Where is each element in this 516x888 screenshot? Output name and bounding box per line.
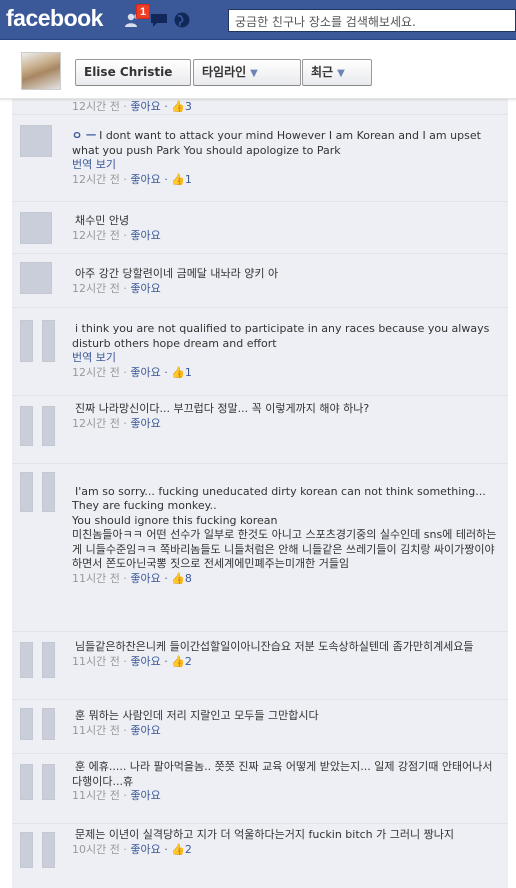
see-translation-link[interactable]: 번역 보기 — [72, 158, 502, 173]
commenter-avatar[interactable] — [20, 320, 33, 362]
commenter-avatar[interactable] — [20, 708, 33, 740]
comment-text: I dont want to attack your mind However … — [72, 129, 481, 157]
timeline-label: 타임라인 — [202, 65, 247, 79]
commenter-avatar[interactable] — [20, 125, 52, 157]
like-link[interactable]: 좋아요 — [130, 282, 160, 295]
profile-name-button[interactable]: Elise Christie — [75, 59, 191, 86]
comment-item: 문제는 이년이 실격당하고 지가 더 억울하다는거지 fuckin bitch … — [12, 824, 508, 888]
comment-text: 훈 뭐하는 사람인데 저리 지랄인고 모두들 그만합시다 — [75, 709, 319, 722]
notification-badge: 1 — [136, 4, 151, 19]
like-count: · 👍2 — [160, 842, 192, 856]
commenter-avatar[interactable] — [20, 764, 33, 800]
comment-author[interactable]: ㅇ ㅡ — [72, 129, 96, 142]
commenter-avatar[interactable] — [20, 212, 52, 244]
like-link[interactable]: 좋아요 — [130, 173, 160, 186]
commenter-avatar[interactable] — [42, 708, 55, 740]
recent-dropdown[interactable]: 최근 ▼ — [302, 59, 372, 86]
comment-text: I'am so sorry... fucking uneducated dirt… — [72, 484, 497, 571]
commenter-avatar[interactable] — [42, 642, 55, 678]
search-input[interactable]: 궁금한 친구나 장소를 검색해보세요. — [228, 9, 516, 32]
profile-avatar[interactable] — [21, 52, 61, 90]
comment-meta: 11시간 전 · 좋아요 — [72, 723, 161, 737]
commenter-avatar[interactable] — [42, 472, 55, 512]
timeline-dropdown[interactable]: 타임라인 ▼ — [193, 59, 301, 86]
facebook-logo[interactable]: facebook — [6, 5, 103, 32]
see-translation-link[interactable]: 번역 보기 — [72, 351, 502, 366]
comment-item: 훈 에휴..... 나라 팔아먹을놈.. 쯧쯧 진짜 교육 어떻게 받았는지..… — [12, 754, 508, 824]
comment-item: 12시간 전 · 좋아요 · 👍3 — [12, 99, 508, 115]
timeline-header: Elise Christie 타임라인 ▼ 최근 ▼ — [0, 41, 516, 99]
comment-item: i think you are not qualified to partici… — [12, 308, 508, 396]
like-link[interactable]: 좋아요 — [130, 843, 160, 856]
commenter-avatar[interactable] — [20, 472, 33, 512]
like-link[interactable]: 좋아요 — [130, 366, 160, 379]
commenter-avatar[interactable] — [20, 832, 33, 868]
comment-meta: 12시간 전 · 좋아요 · 👍3 — [72, 100, 192, 113]
caret-down-icon: ▼ — [250, 68, 258, 79]
comment-meta: 12시간 전 · 좋아요 · 👍1 — [72, 172, 192, 186]
comment-text: i think you are not qualified to partici… — [72, 322, 490, 350]
comment-item: 채수민 안녕 12시간 전 · 좋아요 — [12, 202, 508, 254]
comment-item: ㅇ ㅡI dont want to attack your mind Howev… — [12, 115, 508, 202]
comment-item: 아주 강간 당할련이네 금메달 내놔라 양키 아 12시간 전 · 좋아요 — [12, 254, 508, 308]
notifications-jewel[interactable] — [172, 10, 192, 30]
friend-requests-jewel[interactable]: 1 — [123, 4, 151, 30]
comment-list: 12시간 전 · 좋아요 · 👍3 ㅇ ㅡI dont want to atta… — [12, 99, 508, 888]
like-link[interactable]: 좋아요 — [130, 724, 160, 737]
like-count: · 👍1 — [160, 365, 192, 379]
comment-meta: 12시간 전 · 좋아요 — [72, 281, 161, 295]
like-link[interactable]: 좋아요 — [130, 789, 160, 802]
like-count: · 👍2 — [160, 654, 192, 668]
commenter-avatar[interactable] — [42, 832, 55, 868]
comment-text: 채수민 안녕 — [75, 214, 130, 227]
commenter-avatar[interactable] — [42, 406, 55, 446]
comment-meta: 11시간 전 · 좋아요 · 👍8 — [72, 571, 192, 585]
commenter-avatar[interactable] — [42, 764, 55, 800]
profile-name-label: Elise Christie — [84, 65, 173, 79]
recent-label: 최근 — [311, 65, 334, 79]
comment-meta: 10시간 전 · 좋아요 · 👍2 — [72, 842, 192, 856]
like-link[interactable]: 좋아요 — [130, 417, 160, 430]
comment-meta: 12시간 전 · 좋아요 — [72, 416, 161, 430]
comment-text: 아주 강간 당할련이네 금메달 내놔라 양키 아 — [75, 267, 279, 280]
like-count: · 👍1 — [160, 172, 192, 186]
top-navigation-bar: facebook 1 궁금한 친구나 장소를 검색해보세요. — [0, 0, 516, 40]
like-count: · 👍8 — [160, 571, 192, 585]
commenter-avatar[interactable] — [20, 642, 33, 678]
comment-meta: 11시간 전 · 좋아요 — [72, 789, 161, 802]
comment-item: I'am so sorry... fucking uneducated dirt… — [12, 464, 508, 632]
like-link[interactable]: 좋아요 — [130, 655, 160, 668]
comment-meta: 12시간 전 · 좋아요 — [72, 228, 161, 242]
comment-text: 진짜 나라망신이다... 부끄럽다 정말... 꼭 이렇게까지 해야 하나? — [75, 402, 370, 415]
globe-icon — [174, 12, 190, 28]
comment-item: 훈 뭐하는 사람인데 저리 지랄인고 모두들 그만합시다 11시간 전 · 좋아… — [12, 700, 508, 754]
like-link[interactable]: 좋아요 — [130, 572, 160, 585]
comment-text: 님들같은하찬은니케 들이간섭할일이아니잔습요 저분 도속상하실텐데 좀가만히계세… — [75, 640, 474, 653]
commenter-avatar[interactable] — [42, 320, 55, 362]
comment-item: 님들같은하찬은니케 들이간섭할일이아니잔습요 저분 도속상하실텐데 좀가만히계세… — [12, 632, 508, 700]
comment-meta: 12시간 전 · 좋아요 · 👍1 — [72, 365, 192, 379]
like-count: · 👍3 — [160, 100, 192, 113]
comment-item: 진짜 나라망신이다... 부끄럽다 정말... 꼭 이렇게까지 해야 하나? 1… — [12, 396, 508, 464]
caret-down-icon: ▼ — [337, 68, 345, 79]
messages-icon — [151, 14, 167, 27]
comment-text: 문제는 이년이 실격당하고 지가 더 억울하다는거지 fuckin bitch … — [75, 828, 454, 841]
comment-text: 훈 에휴..... 나라 팔아먹을놈.. 쯧쯧 진짜 교육 어떻게 받았는지..… — [72, 760, 493, 788]
commenter-avatar[interactable] — [20, 262, 52, 294]
commenter-avatar[interactable] — [20, 406, 33, 446]
like-link[interactable]: 좋아요 — [130, 100, 160, 113]
comment-meta: 11시간 전 · 좋아요 · 👍2 — [72, 654, 192, 668]
messages-jewel[interactable] — [149, 10, 169, 30]
like-link[interactable]: 좋아요 — [130, 229, 160, 242]
